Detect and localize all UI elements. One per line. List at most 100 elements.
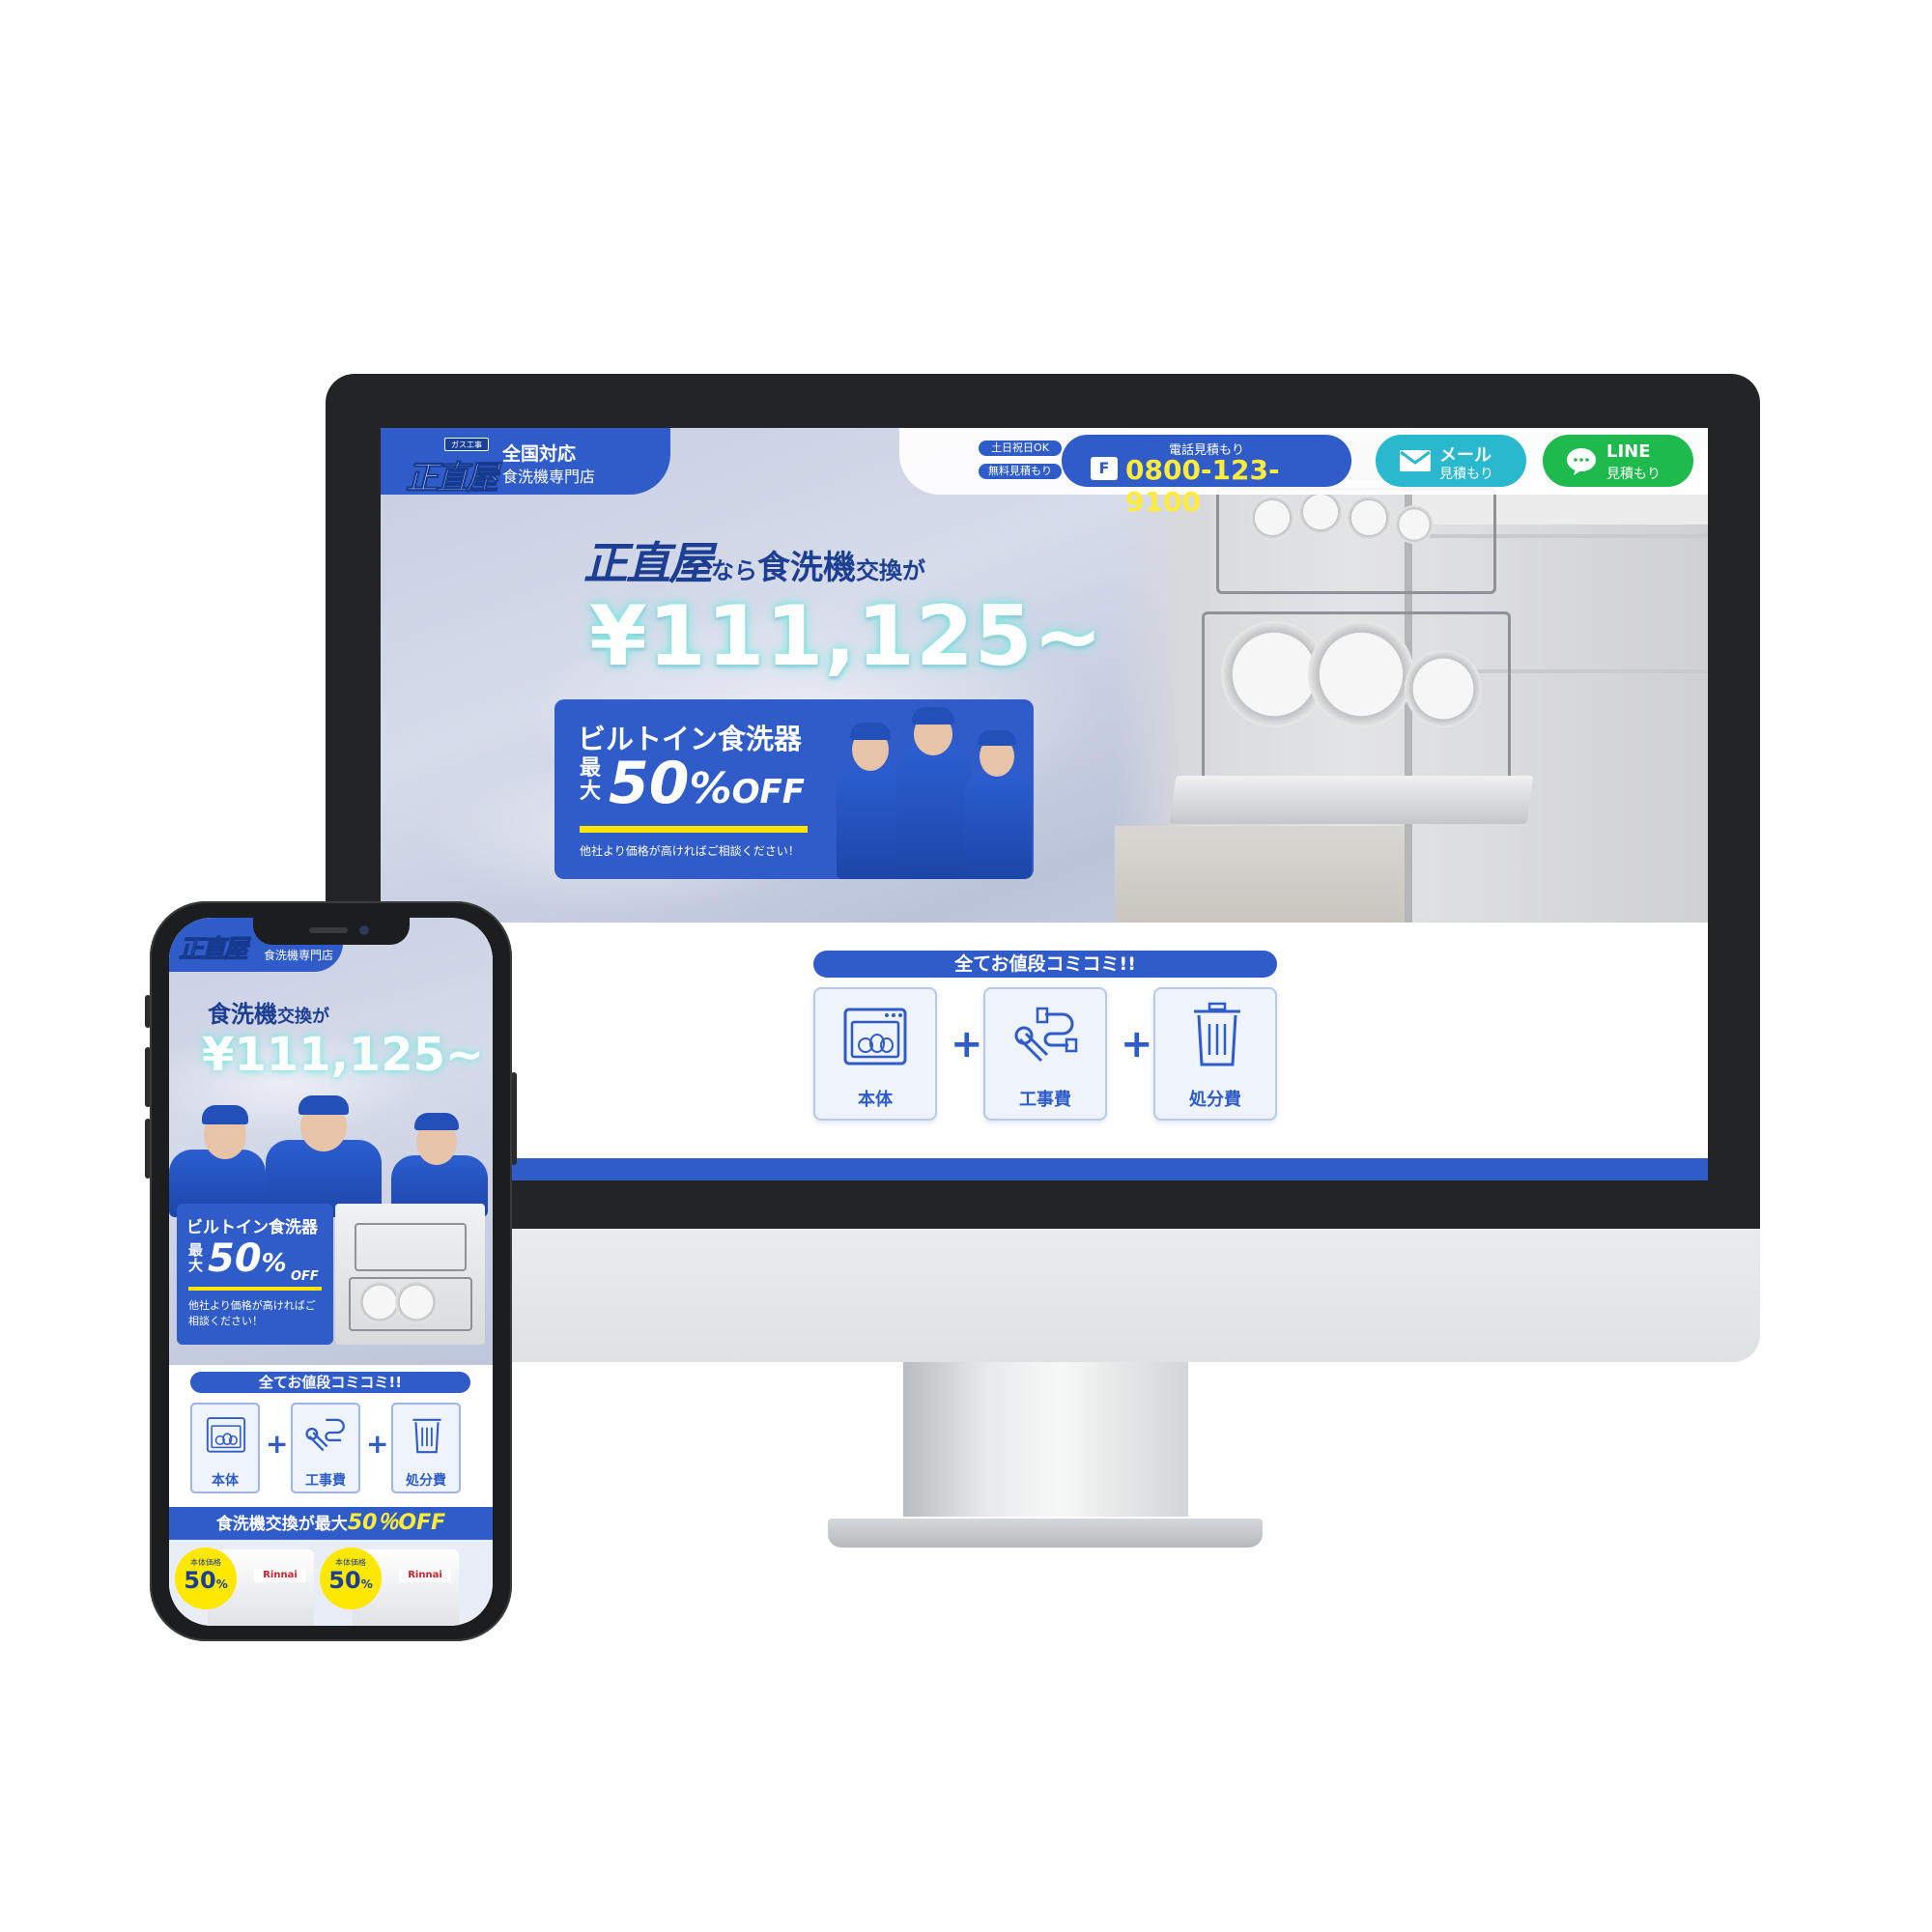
phone-estimate-button[interactable]: 電話見積もり F 0800-123-9100 (1062, 435, 1351, 518)
badge-value-unit: % (215, 1577, 228, 1591)
mobile-catchphrase: 食洗機交換が (208, 995, 329, 1029)
mail-button-sublabel: 見積もり (1439, 467, 1493, 482)
promo-note: 他社より価格が高ければご相談ください！ (580, 844, 800, 858)
promo-discount-number: 50 (609, 750, 690, 817)
included-card-construction: 工事費 (983, 987, 1107, 1121)
header-title: 全国対応 (502, 443, 577, 465)
mobile-included-card-construction: 工事費 (291, 1403, 360, 1493)
discount-badge: 本体価格 50% (320, 1548, 382, 1609)
line-button-label: LINE (1606, 441, 1651, 462)
plus-sign: + (951, 1022, 983, 1066)
mobile-header-subtitle: 食洗機専門店 (264, 949, 334, 962)
badge-value: 50% (175, 1567, 237, 1594)
mail-estimate-button[interactable]: メール 見積もり (1376, 435, 1526, 487)
included-label-unit: 本体 (858, 1090, 893, 1110)
promo-discount: 50%OFF (609, 750, 805, 817)
badge-value-number: 50 (184, 1567, 216, 1594)
mobile-band-text: 食洗機交換が最大 (215, 1515, 348, 1534)
trash-can-icon (1194, 1002, 1240, 1066)
mobile-band-highlight: 50％OFF (347, 1511, 446, 1535)
mobile-included-label-construction: 工事費 (305, 1473, 346, 1489)
mobile-catch-ga: が (312, 1007, 329, 1027)
imac-stand-base (828, 1519, 1263, 1548)
mobile-hero-price: ¥111,125~ (202, 1028, 485, 1082)
mobile-promo-max-label: 最大 (188, 1241, 204, 1274)
line-button-sublabel: 見積もり (1606, 467, 1661, 482)
wrench-pipe-icon (1014, 1007, 1078, 1063)
badge-value-number: 50 (328, 1567, 361, 1594)
mobile-discount-band: 食洗機交換が最大50％OFF (169, 1507, 493, 1540)
mobile-dishwasher-photo (335, 1204, 485, 1345)
hero-price: ¥111,125~ (589, 588, 1104, 685)
maker-logo: Rinnai (399, 1569, 451, 1582)
logo-tag: ガス工事 (444, 438, 489, 451)
mobile-promo-percent: % (261, 1249, 287, 1278)
catch-brand: 正直屋 (583, 537, 713, 589)
front-camera-icon (359, 925, 369, 935)
freecall-icon: F (1091, 457, 1118, 480)
brand-logo[interactable]: ガス工事 正直屋 (406, 438, 499, 498)
mobile-all-inclusive-heading: 全てお値段コミコミ!! (190, 1372, 470, 1393)
mobile-included-label-unit: 本体 (212, 1473, 239, 1489)
badge-free-estimate: 無料見積もり (979, 464, 1062, 479)
mobile-catch-dishwasher: 食洗機 (208, 1001, 277, 1028)
mobile-catch-exchange: 交換 (277, 1007, 312, 1027)
included-label-construction: 工事費 (1019, 1090, 1071, 1110)
all-inclusive-heading: 全てお値段コミコミ!! (813, 951, 1277, 978)
included-card-disposal: 処分費 (1153, 987, 1277, 1121)
logo-text: 正直屋 (406, 459, 499, 498)
mobile-included-card-unit: 本体 (190, 1403, 260, 1493)
mobile-included-label-disposal: 処分費 (406, 1473, 446, 1489)
dishwasher-icon (206, 1417, 246, 1453)
imac-chin (326, 1229, 1760, 1362)
dishwasher-door (1169, 776, 1534, 824)
trash-can-icon (412, 1418, 441, 1454)
mobile-screen: 正直屋 食洗機専門店 食洗機交換が ¥111,125~ ビルトイン食洗器 最大 … (169, 918, 493, 1626)
hero-catchphrase: 正直屋なら食洗機交換が (583, 528, 925, 592)
promo-box: ビルトイン食洗器 最大 50%OFF 他社より価格が高ければご相談ください！ (554, 699, 1034, 879)
mobile-promo-discount: 50% (208, 1236, 287, 1281)
catch-exchange: 交換 (856, 557, 902, 584)
mobile-promo-title: ビルトイン食洗器 (186, 1218, 318, 1237)
next-section-band (381, 1158, 1708, 1180)
promo-discount-percent: % (689, 764, 732, 813)
catch-nara: なら (711, 557, 757, 584)
plus-sign: + (1121, 1022, 1153, 1066)
included-label-disposal: 処分費 (1189, 1090, 1241, 1110)
site-header-brand: ガス工事 正直屋 全国対応 食洗機専門店 (381, 428, 670, 498)
mobile-promo-off: OFF (291, 1269, 319, 1284)
promo-discount-off: OFF (731, 773, 805, 811)
mobile-included-card-disposal: 処分費 (391, 1403, 461, 1493)
phone-number: 0800-123-9100 (1125, 454, 1280, 518)
line-chat-icon (1567, 448, 1596, 475)
mobile-product-list: 本体価格 50% Rinnai 本体価格 50% Rinnai (169, 1540, 493, 1626)
mobile-staff-photo (169, 1095, 493, 1217)
dishwasher-icon (843, 1008, 907, 1065)
mail-icon (1400, 450, 1431, 471)
promo-max-label: 最大 (580, 756, 602, 804)
plus-sign: + (366, 1428, 389, 1460)
plus-sign: + (266, 1428, 289, 1460)
promo-underline (580, 826, 808, 833)
badge-value: 50% (320, 1567, 382, 1594)
speaker-grille (309, 927, 348, 933)
desktop-screen: ガス工事 正直屋 全国対応 食洗機専門店 土日祝日OK 無料見積もり 電話見積も… (381, 428, 1708, 1180)
staff-photo (837, 699, 1034, 879)
included-card-unit: 本体 (813, 987, 937, 1121)
badge-weekend-ok: 土日祝日OK (979, 440, 1062, 456)
header-subtitle: 食洗機専門店 (502, 468, 596, 486)
wrench-pipe-icon (305, 1418, 345, 1452)
line-estimate-button[interactable]: LINE 見積もり (1543, 435, 1693, 487)
mobile-logo[interactable]: 正直屋 (178, 929, 248, 965)
mobile-promo-underline (188, 1287, 322, 1291)
imac-stand (903, 1362, 1188, 1517)
mobile-promo-note: 他社より価格が高ければご相談ください！ (188, 1299, 316, 1327)
discount-badge: 本体価格 50% (175, 1548, 237, 1609)
phone-notch (253, 916, 410, 945)
maker-logo: Rinnai (254, 1569, 306, 1582)
mobile-promo-box: ビルトイン食洗器 最大 50% OFF 他社より価格が高ければご相談ください！ (177, 1204, 333, 1345)
mobile-promo-number: 50 (208, 1236, 262, 1281)
badge-value-unit: % (360, 1577, 373, 1591)
catch-ga: が (902, 557, 925, 584)
catch-dishwasher: 食洗機 (757, 549, 856, 587)
